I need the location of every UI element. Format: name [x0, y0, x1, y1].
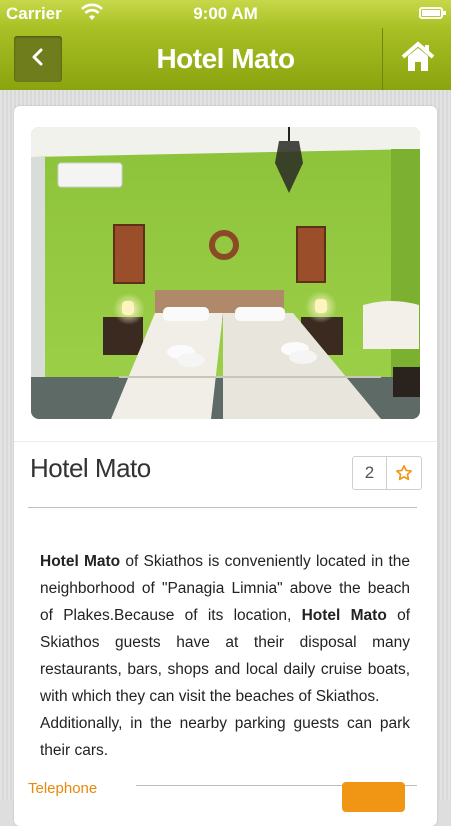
hotel-photo[interactable] [31, 127, 420, 419]
hotel-card: Hotel Mato 2 Hotel Mato of Skiathos is c… [14, 106, 437, 826]
battery-icon [419, 7, 446, 19]
chevron-left-icon [31, 47, 45, 72]
favorite-button[interactable]: 2 [352, 456, 422, 490]
home-icon [400, 40, 436, 78]
clock: 9:00 AM [193, 4, 258, 23]
page-title: Hotel Mato [156, 43, 295, 74]
navigation-bar: Hotel Mato [0, 28, 451, 91]
divider [14, 441, 437, 442]
divider [28, 507, 417, 508]
hotel-name: Hotel Mato [30, 453, 151, 483]
hotel-description: Hotel Mato of Skiathos is conveniently l… [40, 548, 410, 764]
star-icon [387, 457, 421, 489]
call-button[interactable] [342, 782, 405, 812]
hotel-name-emphasis: Hotel Mato [40, 553, 121, 570]
description-paragraph: Additionally, in the nearby parking gues… [40, 715, 410, 759]
telephone-label: Telephone [28, 780, 98, 797]
back-button[interactable] [14, 36, 62, 82]
content-area[interactable]: Hotel Mato 2 Hotel Mato of Skiathos is c… [0, 90, 451, 826]
home-button[interactable] [384, 28, 451, 90]
description-paragraph: Hotel Mato of Skiathos is conveniently l… [40, 548, 410, 710]
divider [382, 28, 383, 90]
favorites-count: 2 [353, 457, 387, 489]
status-bar: Carrier 9:00 AM [0, 0, 451, 28]
hotel-name-emphasis: Hotel Mato [301, 607, 387, 624]
